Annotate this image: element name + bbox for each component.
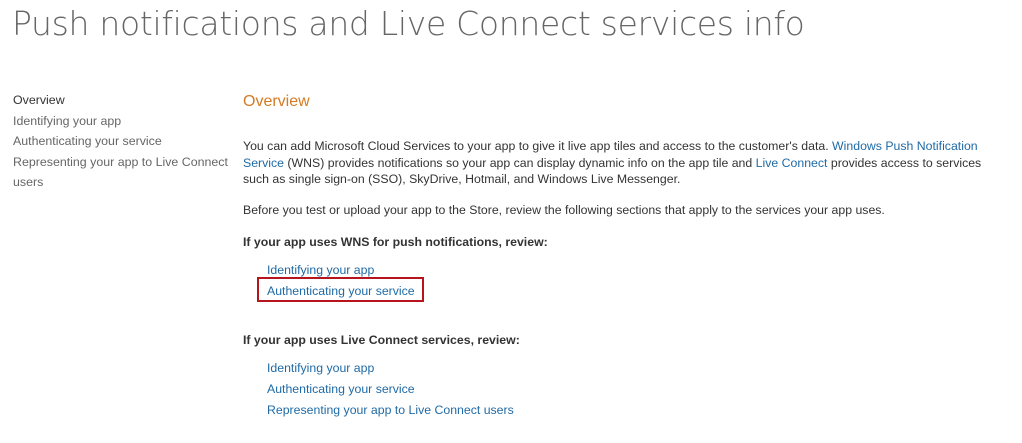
intro-paragraph: You can add Microsoft Cloud Services to … (243, 138, 1008, 188)
live-connect-link[interactable]: Live Connect (756, 156, 828, 170)
list-item: Identifying your app (267, 358, 514, 379)
sidebar-item-representing-your-app[interactable]: Representing your app to Live Connect us… (13, 152, 228, 193)
sidebar-nav: Overview Identifying your app Authentica… (13, 90, 228, 193)
review-instructions: Before you test or upload your app to th… (243, 203, 885, 217)
sidebar-item-authenticating-your-service[interactable]: Authenticating your service (13, 131, 228, 152)
intro-text-part2: (WNS) provides notifications so your app… (284, 155, 756, 170)
live-representing-your-app-link[interactable]: Representing your app to Live Connect us… (267, 403, 514, 417)
live-authenticating-your-service-link[interactable]: Authenticating your service (267, 382, 415, 396)
list-item: Authenticating your service (267, 379, 514, 400)
list-item: Representing your app to Live Connect us… (267, 400, 514, 421)
main-content: Overview You can add Microsoft Cloud Ser… (243, 90, 1013, 417)
live-group-heading: If your app uses Live Connect services, … (243, 333, 520, 347)
wns-group-heading: If your app uses WNS for push notificati… (243, 235, 548, 249)
highlight-box (257, 277, 424, 302)
live-links-list: Identifying your app Authenticating your… (267, 358, 514, 421)
live-identifying-your-app-link[interactable]: Identifying your app (267, 361, 374, 375)
intro-text-part1: You can add Microsoft Cloud Services to … (243, 139, 833, 153)
page-title: Push notifications and Live Connect serv… (12, 4, 805, 43)
section-heading: Overview (243, 93, 310, 110)
sidebar-item-identifying-your-app[interactable]: Identifying your app (13, 111, 228, 132)
sidebar-item-overview[interactable]: Overview (13, 90, 228, 111)
wns-identifying-your-app-link[interactable]: Identifying your app (267, 263, 374, 277)
